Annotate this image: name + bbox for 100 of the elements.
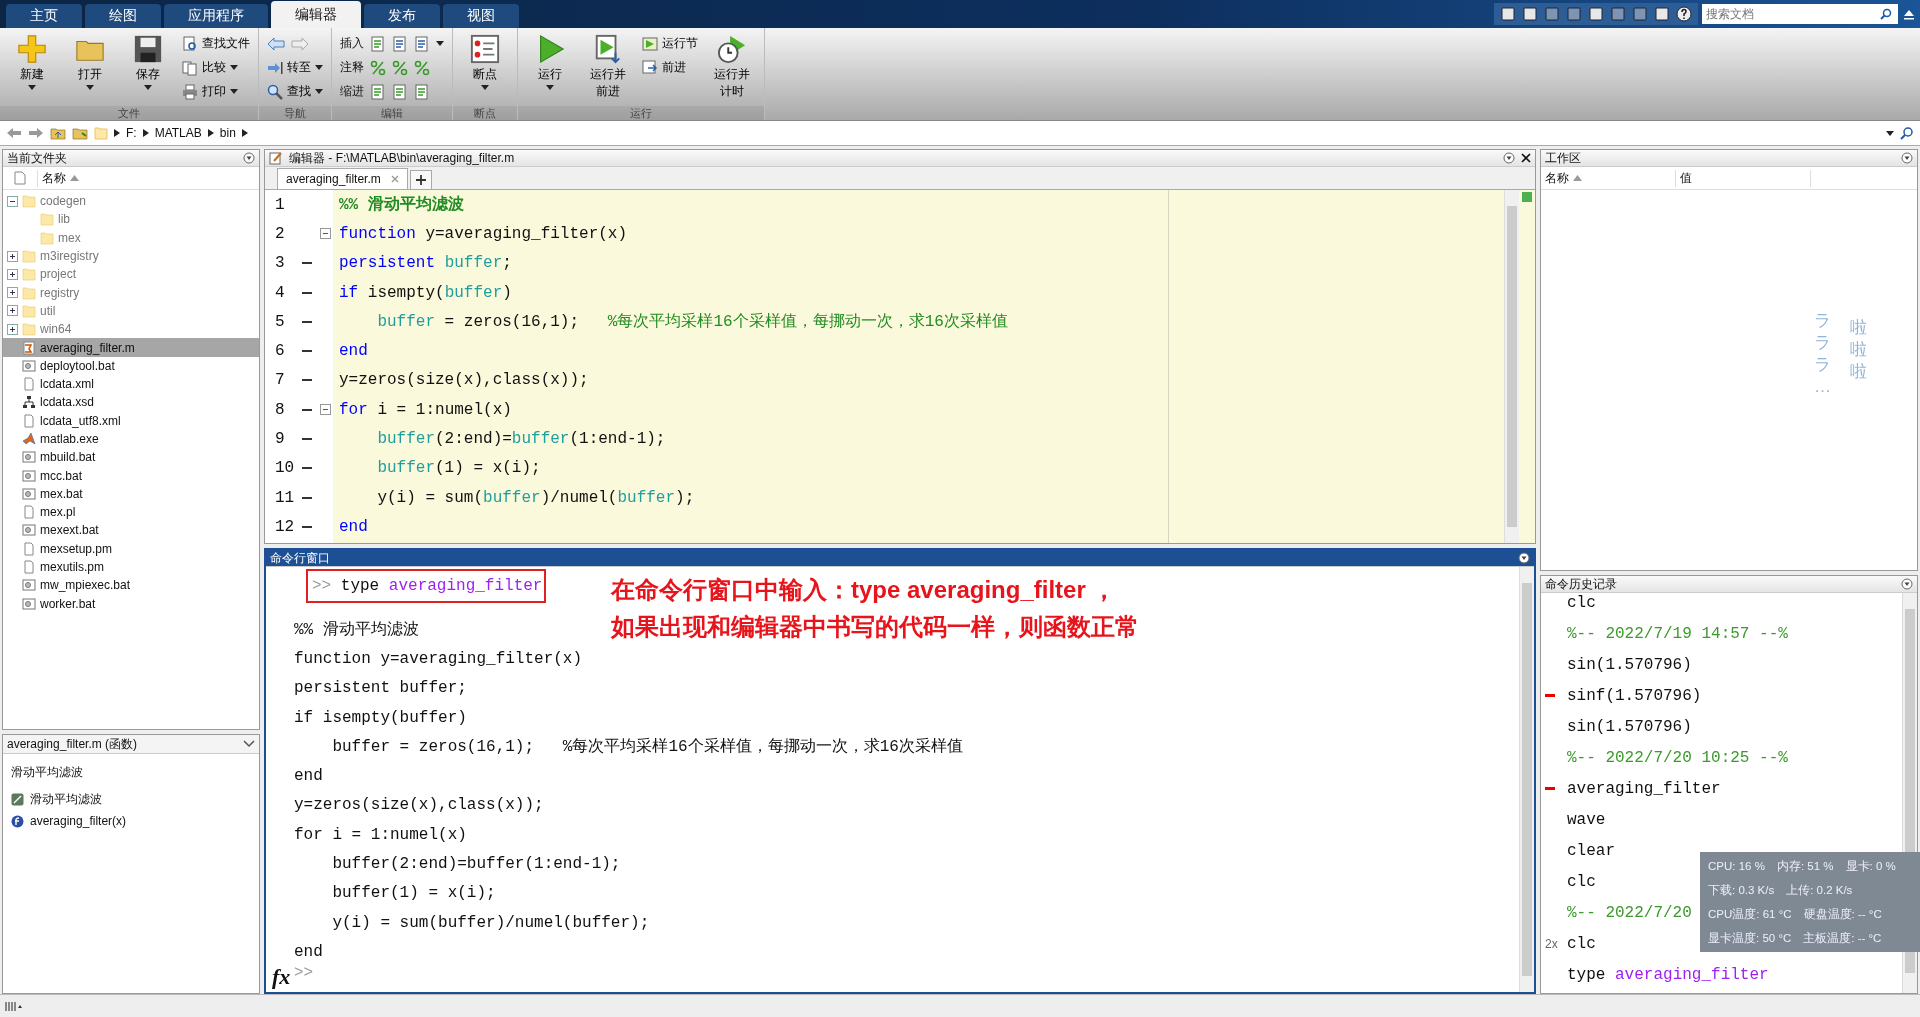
history-command[interactable]: sin(1.570796) — [1567, 717, 1692, 736]
details-item[interactable]: 滑动平均滤波 — [30, 791, 102, 808]
file-row[interactable]: deploytool.bat — [3, 356, 259, 375]
expand-toggle-icon[interactable] — [7, 268, 18, 280]
file-row[interactable]: project — [3, 265, 259, 284]
back-arrow-icon[interactable] — [6, 127, 22, 139]
back-arrow-icon[interactable] — [267, 36, 285, 51]
print-button[interactable]: 打印 — [182, 82, 250, 101]
column-header[interactable]: 名称 — [42, 169, 66, 187]
breakpoint-dash-icon[interactable] — [302, 291, 312, 294]
panel-menu-icon[interactable] — [1901, 152, 1913, 164]
up-folder-icon[interactable] — [50, 126, 66, 140]
history-command[interactable]: wave — [1567, 810, 1606, 829]
wrap-comment-icon[interactable] — [414, 59, 430, 76]
breakpoint-dash-icon[interactable] — [302, 262, 312, 265]
panel-menu-icon[interactable] — [1518, 552, 1530, 564]
ribbon-tab[interactable]: 主页 — [6, 4, 82, 28]
compare-button[interactable]: 比较 — [182, 58, 250, 77]
function-insert-icon[interactable] — [392, 35, 408, 52]
history-command[interactable]: averaging_filter — [1567, 779, 1721, 798]
path-segment[interactable]: bin — [219, 126, 236, 140]
column-header[interactable]: 名称 — [1545, 169, 1569, 187]
breakpoint-dash-icon[interactable] — [302, 467, 312, 470]
run-advance-button[interactable]: 运行并前进 — [584, 32, 632, 106]
collapse-toggle-icon[interactable] — [7, 195, 18, 207]
search-icon[interactable] — [1900, 126, 1914, 140]
file-row[interactable]: mex.bat — [3, 484, 259, 504]
expand-toggle-icon[interactable] — [7, 287, 18, 299]
find-files-button[interactable]: 查找文件 — [182, 34, 250, 53]
insert-section-icon[interactable] — [370, 35, 386, 52]
chevron-icon[interactable] — [241, 129, 248, 137]
decrease-indent-icon[interactable] — [414, 83, 430, 100]
history-command[interactable]: sin(1.570796) — [1567, 655, 1692, 674]
file-row[interactable]: mcc.bat — [3, 466, 259, 485]
chevron-down-icon[interactable] — [243, 740, 255, 748]
scrollbar[interactable] — [1519, 567, 1534, 992]
details-item[interactable]: averaging_filter(x) — [30, 814, 127, 828]
file-row[interactable]: codegen — [3, 192, 259, 211]
file-row[interactable]: mexutils.pm — [3, 557, 259, 577]
file-row[interactable]: m3iregistry — [3, 246, 259, 266]
ribbon-tab[interactable]: 应用程序 — [164, 4, 268, 28]
file-row[interactable]: mex — [3, 228, 259, 247]
history-command[interactable]: clc — [1567, 934, 1596, 953]
run-button[interactable]: 运行 — [526, 32, 574, 106]
run-section-button[interactable]: 运行节 — [642, 34, 698, 53]
file-row[interactable]: registry — [3, 283, 259, 302]
open-button[interactable]: 打开 — [66, 32, 114, 106]
smart-indent-icon[interactable] — [370, 83, 386, 100]
resize-grip-icon[interactable] — [4, 1000, 24, 1012]
scrollbar[interactable] — [1504, 190, 1519, 543]
file-row[interactable]: lcdata.xsd — [3, 393, 259, 412]
session-separator[interactable]: %-- 2022/7/19 14:57 --% — [1567, 624, 1788, 643]
file-row[interactable]: averaging_filter.m — [3, 338, 259, 357]
file-row[interactable]: mexsetup.pm — [3, 539, 259, 558]
file-row[interactable]: mexext.bat — [3, 521, 259, 540]
breakpoint-dash-icon[interactable] — [302, 350, 312, 353]
comment-icon[interactable] — [370, 59, 386, 76]
history-command[interactable]: clc — [1567, 593, 1596, 612]
increase-indent-icon[interactable] — [392, 83, 408, 100]
caret-icon[interactable] — [436, 41, 444, 46]
panel-menu-icon[interactable] — [243, 152, 255, 164]
advance-button[interactable]: 前进 — [642, 58, 698, 77]
chevron-icon[interactable] — [207, 129, 214, 137]
breakpoint-dash-icon[interactable] — [302, 379, 312, 382]
file-row[interactable]: mbuild.bat — [3, 448, 259, 467]
chevron-icon[interactable] — [114, 129, 120, 137]
breakpoint-dash-icon[interactable] — [302, 320, 312, 323]
session-separator[interactable]: %-- 2022/7/20 10:25 --% — [1567, 748, 1788, 767]
find-button[interactable]: 查找 — [267, 82, 323, 101]
ribbon-tab[interactable]: 编辑器 — [271, 1, 361, 28]
expand-toggle-icon[interactable] — [7, 250, 18, 262]
new-button[interactable]: 新建 — [8, 32, 56, 106]
file-row[interactable]: lcdata_utf8.xml — [3, 411, 259, 430]
save-button[interactable]: 保存 — [124, 32, 172, 106]
breakpoint-dash-icon[interactable] — [302, 496, 312, 499]
goto-button[interactable]: 转至 — [267, 58, 323, 77]
fold-toggle-icon[interactable] — [319, 228, 331, 240]
insert-block-icon[interactable] — [414, 35, 430, 52]
history-command[interactable]: clc — [1567, 872, 1596, 891]
file-row[interactable]: mw_mpiexec.bat — [3, 576, 259, 595]
run-time-button[interactable]: 运行并计时 — [708, 32, 756, 106]
breakpoints-button[interactable]: 断点 — [461, 32, 509, 106]
ribbon-tab[interactable]: 发布 — [364, 4, 440, 28]
file-row[interactable]: mex.pl — [3, 503, 259, 522]
file-tab[interactable]: averaging_filter.m — [277, 168, 408, 189]
path-segment[interactable]: F: — [126, 126, 137, 140]
history-command[interactable]: clear — [1567, 841, 1615, 860]
file-row[interactable]: matlab.exe — [3, 429, 259, 449]
file-row[interactable]: util — [3, 301, 259, 321]
chevron-icon[interactable] — [142, 129, 149, 137]
file-row[interactable]: lib — [3, 210, 259, 229]
history-command[interactable]: type averaging_filter — [1567, 965, 1769, 984]
breakpoint-dash-icon[interactable] — [302, 408, 312, 411]
session-separator[interactable]: %-- 2022/7/20 — [1567, 903, 1692, 922]
file-row[interactable]: win64 — [3, 320, 259, 339]
ribbon-tab[interactable]: 绘图 — [85, 4, 161, 28]
breakpoint-dash-icon[interactable] — [302, 525, 312, 528]
help-icon[interactable] — [1676, 6, 1692, 22]
column-header[interactable]: 值 — [1680, 169, 1692, 187]
uncomment-icon[interactable] — [392, 59, 408, 76]
